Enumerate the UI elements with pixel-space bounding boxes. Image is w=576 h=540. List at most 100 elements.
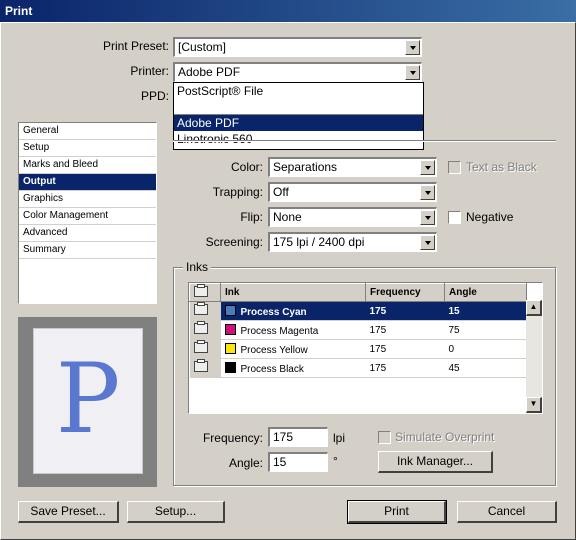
trapping-select[interactable]: Off — [268, 182, 437, 202]
column-header-print[interactable] — [189, 283, 221, 302]
frequency-unit: lpi — [333, 431, 346, 445]
title-bar[interactable]: Print — [0, 0, 576, 22]
cancel-button[interactable]: Cancel — [457, 501, 557, 523]
ink-name-cell: Process Yellow — [220, 339, 366, 359]
ink-angle: 15 — [444, 301, 527, 321]
print-toggle[interactable] — [189, 320, 221, 340]
print-toggle[interactable] — [189, 301, 221, 321]
flip-value: None — [273, 210, 302, 224]
nav-item-general[interactable]: General — [19, 123, 156, 140]
nav-item-marks-and-bleed[interactable]: Marks and Bleed — [19, 157, 156, 174]
print-preset-label: Print Preset: — [102, 39, 169, 53]
scroll-down-button[interactable]: ▼ — [526, 397, 542, 413]
ink-angle: 75 — [444, 320, 527, 340]
scroll-up-button[interactable]: ▲ — [526, 300, 542, 316]
chevron-down-icon[interactable] — [420, 160, 435, 175]
column-header-ink[interactable]: Ink — [220, 283, 366, 302]
printer-icon — [193, 340, 208, 353]
table-row[interactable]: Process Magenta 175 75 — [189, 320, 527, 340]
frequency-input[interactable]: 175 — [268, 427, 328, 447]
setup-button[interactable]: Setup... — [127, 501, 225, 523]
chevron-down-icon[interactable] — [420, 235, 435, 250]
printer-icon — [193, 321, 208, 334]
ink-frequency: 175 — [365, 320, 445, 340]
nav-item-summary[interactable]: Summary — [19, 242, 156, 259]
print-button[interactable]: Print — [347, 500, 447, 524]
ink-name: Process Yellow — [240, 344, 308, 356]
chevron-down-icon[interactable] — [420, 185, 435, 200]
frequency-label: Frequency: — [202, 431, 263, 445]
table-row[interactable]: Process Black 175 45 — [189, 358, 527, 378]
print-toggle[interactable] — [189, 339, 221, 359]
color-select[interactable]: Separations — [268, 157, 437, 177]
save-preset-button[interactable]: Save Preset... — [18, 501, 119, 523]
flip-select[interactable]: None — [268, 207, 437, 227]
nav-item-setup[interactable]: Setup — [19, 140, 156, 157]
ink-swatch — [224, 342, 236, 354]
inks-table-header: Ink Frequency Angle — [189, 283, 527, 302]
chevron-down-icon[interactable] — [405, 65, 420, 80]
color-value: Separations — [273, 160, 338, 174]
color-label: Color: — [230, 160, 263, 174]
simulate-overprint-checkbox[interactable] — [378, 431, 391, 444]
ink-name-cell: Process Cyan — [220, 301, 366, 321]
ink-swatch — [224, 323, 236, 335]
ink-swatch — [224, 304, 236, 316]
chevron-down-icon[interactable] — [420, 210, 435, 225]
inks-scrollbar[interactable]: ▲ ▼ — [526, 300, 542, 413]
ink-manager-button[interactable]: Ink Manager... — [378, 451, 493, 473]
column-header-angle[interactable]: Angle — [444, 283, 527, 302]
printer-icon — [193, 359, 208, 372]
dropdown-option[interactable] — [174, 99, 423, 115]
preview-page: P — [33, 328, 143, 474]
inks-table-frame[interactable]: Ink Frequency Angle Process Cyan 175 15 … — [188, 282, 543, 414]
printer-select[interactable]: Adobe PDF — [173, 62, 422, 82]
print-toggle[interactable] — [189, 358, 221, 378]
printer-label: Printer: — [130, 64, 169, 78]
category-list[interactable]: General Setup Marks and Bleed Output Gra… — [18, 122, 157, 304]
ink-name-cell: Process Magenta — [220, 320, 366, 340]
text-as-black-checkbox[interactable] — [448, 161, 461, 174]
dropdown-option[interactable]: Linotronic 560 — [174, 131, 423, 147]
negative-label: Negative — [466, 210, 514, 224]
angle-label: Angle: — [228, 456, 263, 470]
text-as-black-label: Text as Black — [466, 160, 537, 174]
chevron-down-icon[interactable] — [405, 40, 420, 55]
nav-item-advanced[interactable]: Advanced — [19, 225, 156, 242]
nav-item-color-management[interactable]: Color Management — [19, 208, 156, 225]
ink-frequency: 175 — [365, 339, 445, 359]
nav-item-output[interactable]: Output — [19, 174, 156, 191]
nav-item-graphics[interactable]: Graphics — [19, 191, 156, 208]
ink-name: Process Cyan — [240, 306, 307, 318]
screening-select[interactable]: 175 lpi / 2400 dpi — [268, 232, 437, 252]
printer-value: Adobe PDF — [178, 65, 241, 79]
ink-name: Process Magenta — [240, 325, 319, 337]
ppd-label: PPD: — [140, 89, 169, 103]
page-preview: P — [18, 317, 157, 487]
screening-label: Screening: — [205, 235, 263, 249]
flip-label: Flip: — [240, 210, 263, 224]
ink-swatch — [224, 361, 236, 373]
angle-unit: ° — [333, 454, 338, 468]
table-row[interactable]: Process Yellow 175 0 — [189, 339, 527, 359]
ink-frequency: 175 — [365, 301, 445, 321]
screening-value: 175 lpi / 2400 dpi — [273, 235, 365, 249]
ink-frequency: 175 — [365, 358, 445, 378]
inks-group-title: Inks — [183, 260, 212, 274]
ink-name-cell: Process Black — [220, 358, 366, 378]
negative-checkbox[interactable] — [448, 211, 461, 224]
ink-name: Process Black — [240, 363, 304, 375]
window-title: Print — [5, 4, 33, 18]
column-header-frequency[interactable]: Frequency — [365, 283, 445, 302]
dropdown-option[interactable]: PostScript® File — [174, 83, 423, 99]
printer-icon — [193, 302, 208, 315]
angle-input[interactable]: 15 — [268, 452, 328, 472]
table-row[interactable]: Process Cyan 175 15 — [189, 301, 527, 321]
preview-letter: P — [55, 343, 121, 455]
print-preset-select[interactable]: [Custom] — [173, 37, 422, 57]
ink-angle: 45 — [444, 358, 527, 378]
inks-table[interactable]: Ink Frequency Angle Process Cyan 175 15 … — [189, 283, 527, 378]
printer-icon — [194, 283, 208, 297]
dropdown-option-selected[interactable]: Adobe PDF — [174, 115, 423, 131]
ink-angle: 0 — [444, 339, 527, 359]
